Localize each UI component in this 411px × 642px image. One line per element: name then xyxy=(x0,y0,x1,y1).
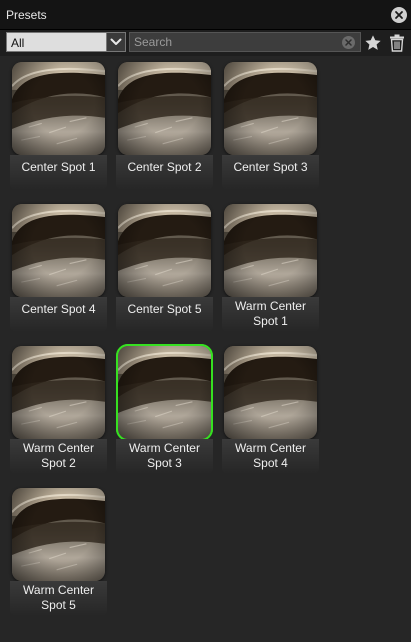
close-button[interactable] xyxy=(391,7,407,23)
preset-label: Center Spot 5 xyxy=(127,302,202,316)
preset-card[interactable]: Center Spot 3 xyxy=(222,56,319,190)
close-icon xyxy=(395,11,403,19)
preset-card[interactable]: Warm Center Spot 1 xyxy=(222,198,319,332)
preset-label: Center Spot 1 xyxy=(21,160,96,174)
preset-label: Warm Center Spot 5 xyxy=(23,583,94,612)
preset-thumbnail[interactable] xyxy=(224,346,317,439)
search-field xyxy=(129,32,361,52)
presets-grid: Center Spot 1 Center Spot 2 Center Spot … xyxy=(0,56,411,642)
preset-label: Warm Center Spot 4 xyxy=(235,441,306,470)
chevron-down-icon[interactable] xyxy=(106,33,125,51)
preset-label: Center Spot 2 xyxy=(127,160,202,174)
preset-thumbnail[interactable] xyxy=(224,204,317,297)
trash-icon[interactable] xyxy=(389,34,405,52)
preset-card[interactable]: Center Spot 1 xyxy=(10,56,107,190)
preset-label: Center Spot 3 xyxy=(233,160,308,174)
toolbar: All xyxy=(0,30,411,56)
preset-label: Center Spot 4 xyxy=(21,302,96,316)
preset-card[interactable]: Center Spot 2 xyxy=(116,56,213,190)
filter-select-value: All xyxy=(11,36,25,50)
preset-thumbnail[interactable] xyxy=(224,62,317,155)
panel-titlebar: Presets xyxy=(0,0,411,30)
preset-thumbnail[interactable] xyxy=(12,62,105,155)
preset-thumbnail[interactable] xyxy=(12,204,105,297)
filter-select[interactable]: All xyxy=(6,32,126,52)
clear-search-icon[interactable] xyxy=(342,36,355,49)
preset-label: Warm Center Spot 1 xyxy=(235,299,306,328)
preset-card[interactable]: Warm Center Spot 5 xyxy=(10,482,107,616)
preset-card[interactable]: Warm Center Spot 2 xyxy=(10,340,107,474)
preset-card[interactable]: Center Spot 5 xyxy=(116,198,213,332)
preset-card[interactable]: Warm Center Spot 4 xyxy=(222,340,319,474)
preset-thumbnail[interactable] xyxy=(12,488,105,581)
search-input[interactable] xyxy=(130,33,343,51)
preset-thumbnail[interactable] xyxy=(118,204,211,297)
preset-card[interactable]: Warm Center Spot 3 xyxy=(116,340,213,474)
star-icon[interactable] xyxy=(364,34,382,52)
preset-thumbnail[interactable] xyxy=(118,62,211,155)
preset-card[interactable]: Center Spot 4 xyxy=(10,198,107,332)
preset-label: Warm Center Spot 3 xyxy=(129,441,200,470)
panel-title: Presets xyxy=(6,8,47,22)
preset-label: Warm Center Spot 2 xyxy=(23,441,94,470)
preset-thumbnail[interactable] xyxy=(116,344,213,441)
preset-thumbnail[interactable] xyxy=(12,346,105,439)
